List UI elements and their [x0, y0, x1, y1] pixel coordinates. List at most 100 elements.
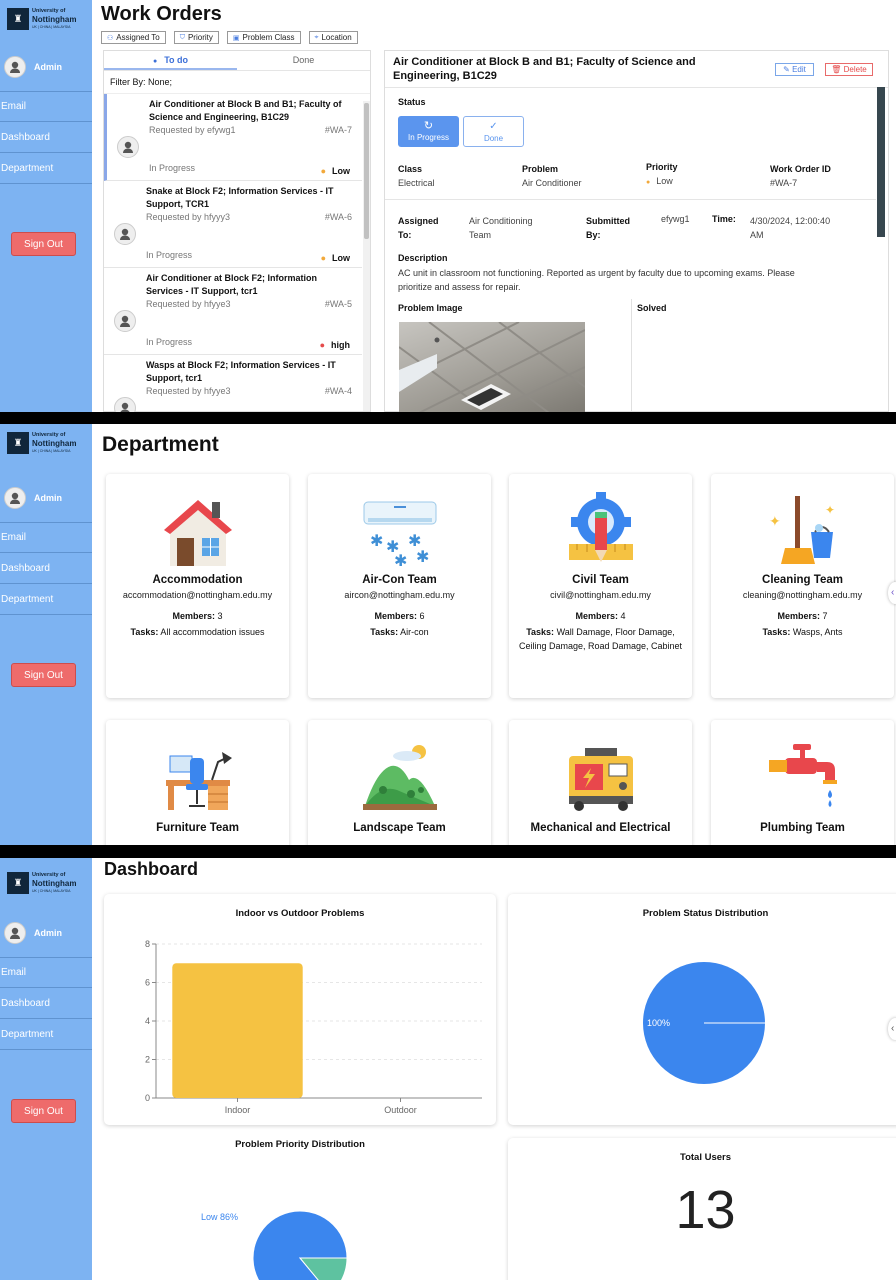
- work-order-item[interactable]: Snake at Block F2; Information Services …: [104, 181, 362, 268]
- work-orders-screen: ♜ University of Nottingham UK | CHINA | MA…: [0, 0, 896, 412]
- work-order-item[interactable]: Air Conditioner at Block B and B1; Facul…: [104, 94, 362, 181]
- university-logo: ♜ University of Nottingham UK | CHINA | MA…: [7, 870, 83, 896]
- divider: [385, 199, 876, 200]
- tasks-label: Tasks:: [130, 627, 159, 637]
- team-name: Landscape Team: [353, 822, 446, 834]
- sign-out-button[interactable]: Sign Out: [11, 663, 76, 687]
- sidebar-item-email[interactable]: Email: [0, 957, 92, 988]
- avatar: [4, 487, 26, 509]
- sidebar-item-email[interactable]: Email: [0, 91, 92, 122]
- filter-problem-class-button[interactable]: ▣ Problem Class: [226, 31, 301, 44]
- page-title: Dashboard: [104, 859, 199, 879]
- department-card[interactable]: Mechanical and Electrical: [509, 720, 692, 845]
- gear-pencil-icon: [509, 492, 692, 574]
- sidebar-item-dashboard[interactable]: Dashboard: [0, 553, 92, 584]
- folder-icon: ▣: [232, 34, 240, 42]
- sidebar-nav: Email Dashboard Department: [0, 957, 92, 1050]
- tasks-label: Tasks:: [370, 627, 399, 637]
- department-card[interactable]: ✱ ✱ ✱ ✱ ✱ Air-Con Team aircon@nottingham.edu…: [308, 474, 491, 698]
- sidebar-item-dashboard[interactable]: Dashboard: [0, 122, 92, 153]
- indoor-outdoor-chart-card: Indoor vs Outdoor Problems 0 2 4 6 8 Indoor Ou…: [104, 894, 496, 1125]
- filter-label: Problem Class: [242, 33, 295, 42]
- team-email: accommodation@nottingham.edu.my: [122, 590, 273, 600]
- chevron-left-icon[interactable]: ‹: [888, 582, 896, 604]
- department-card[interactable]: Furniture Team: [106, 720, 289, 845]
- status-done-button[interactable]: ✓ Done: [463, 116, 524, 147]
- user-profile[interactable]: Admin: [4, 922, 62, 944]
- delete-button[interactable]: 🗑︎ Delete: [825, 63, 873, 76]
- user-profile[interactable]: Admin: [4, 56, 62, 78]
- members-value: 7: [822, 611, 828, 621]
- avatar: [114, 223, 136, 245]
- order-priority: ● high: [320, 340, 350, 350]
- status-label: Status: [398, 97, 426, 107]
- detail-scrollbar[interactable]: [877, 87, 885, 237]
- x-tick-label: Indoor: [225, 1105, 251, 1115]
- department-card[interactable]: Civil Team civil@nottingham.edu.my Membe…: [509, 474, 692, 698]
- pie-chart: 100%: [643, 962, 765, 1084]
- main-content: Dashboard Indoor vs Outdoor Problems 0 2 4…: [93, 858, 896, 1280]
- filter-location-button[interactable]: ⌖ Location: [308, 31, 358, 44]
- status-in-progress-button[interactable]: ↻ In Progress: [398, 116, 459, 147]
- sidebar-item-dashboard[interactable]: Dashboard: [0, 988, 92, 1019]
- priority-dot-icon: ●: [320, 253, 326, 263]
- work-order-item[interactable]: Wasps at Block F2; Information Services …: [104, 355, 362, 412]
- filter-label: Priority: [187, 33, 213, 42]
- filter-label: Assigned To: [116, 33, 160, 42]
- order-requester: Requested by hfyyy3: [146, 212, 231, 222]
- tasks-label: Tasks:: [526, 627, 555, 637]
- filter-summary: Filter By: None;: [104, 71, 370, 94]
- problem-image-label: Problem Image: [398, 303, 463, 313]
- tab-done[interactable]: Done: [237, 51, 370, 70]
- order-title: Air Conditioner at Block F2; Information…: [146, 273, 318, 296]
- team-email: civil@nottingham.edu.my: [550, 590, 651, 600]
- sidebar-item-department[interactable]: Department: [0, 153, 92, 184]
- tab-to-do[interactable]: ● To do: [104, 51, 237, 70]
- department-card[interactable]: Plumbing Team: [711, 720, 894, 845]
- svg-text:✱: ✱: [370, 533, 383, 550]
- y-tick-label: 2: [145, 1055, 150, 1065]
- members-label: Members:: [575, 611, 618, 621]
- priority-label: Priority: [646, 162, 678, 172]
- problem-image[interactable]: [399, 322, 585, 412]
- sign-out-button[interactable]: Sign Out: [11, 1099, 76, 1123]
- sidebar-item-department[interactable]: Department: [0, 1019, 92, 1050]
- problem-value: Air Conditioner: [522, 178, 582, 188]
- value-line: Team: [469, 230, 492, 240]
- tasks-value: All accommodation issues: [160, 627, 265, 637]
- chart-title: Problem Status Distribution: [642, 908, 769, 919]
- edit-label: Edit: [792, 65, 806, 74]
- status-distribution-chart-card: Problem Status Distribution 100%: [508, 894, 896, 1125]
- department-card[interactable]: ✦ ✦ Cleaning Team cleaning@nottingham.edu…: [711, 474, 894, 698]
- order-title: Snake at Block F2; Information Services …: [146, 186, 334, 209]
- university-logo: ♜ University of Nottingham UK | CHINA | MA…: [7, 430, 83, 456]
- team-email: aircon@nottingham.edu.my: [344, 590, 455, 600]
- filter-priority-button[interactable]: ⛉ Priority: [173, 31, 219, 44]
- assigned-to-value: Air Conditioning Team: [469, 214, 533, 242]
- sign-out-button[interactable]: Sign Out: [11, 232, 76, 256]
- list-scrollbar[interactable]: [363, 101, 370, 411]
- priority-label: high: [331, 340, 350, 350]
- avatar: [114, 310, 136, 332]
- person-icon: ⚇: [107, 34, 114, 42]
- slice-label: 100%: [647, 1018, 670, 1028]
- sidebar-item-email[interactable]: Email: [0, 522, 92, 553]
- priority-dot-icon: ●: [646, 179, 651, 186]
- user-profile[interactable]: Admin: [4, 487, 62, 509]
- department-card[interactable]: Landscape Team: [308, 720, 491, 845]
- description-text: AC unit in classroom not functioning. Re…: [398, 266, 878, 294]
- priority-dot-icon: ●: [320, 166, 326, 176]
- status-tabs: ● To do Done: [104, 51, 370, 71]
- work-order-item[interactable]: Air Conditioner at Block F2; Information…: [104, 268, 362, 355]
- priority-value: Low: [656, 176, 673, 186]
- total-users-label: Total Users: [679, 1152, 732, 1163]
- scrollbar-thumb[interactable]: [364, 103, 369, 239]
- department-card[interactable]: Accommodation accommodation@nottingham.e…: [106, 474, 289, 698]
- sidebar-item-department[interactable]: Department: [0, 584, 92, 615]
- tasks-value: Air-con: [400, 627, 429, 637]
- edit-button[interactable]: ✎ Edit: [775, 63, 814, 76]
- filter-assigned-to-button[interactable]: ⚇ Assigned To: [101, 31, 166, 44]
- priority-distribution-chart-card: Problem Priority Distribution Low 86%hig…: [104, 1134, 496, 1280]
- chevron-left-icon[interactable]: ‹: [888, 1018, 896, 1040]
- tasks-value: Wasps, Ants: [792, 627, 843, 637]
